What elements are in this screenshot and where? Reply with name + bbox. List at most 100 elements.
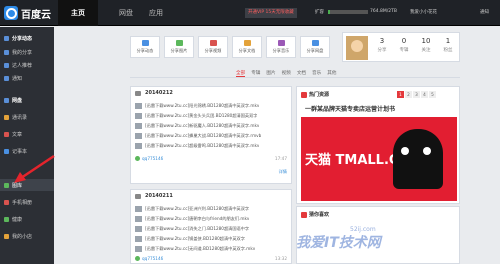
notifications-link[interactable]: 通知	[480, 9, 489, 15]
shared-file[interactable]: [迅雷下载www.2tu.cc]蜂巢大战.BD1280超清中英双字.rmvb	[135, 131, 261, 140]
sidebar-item-my-shares[interactable]: 我的分享	[0, 46, 54, 58]
share-date: 20140211	[145, 193, 173, 199]
user-icon	[135, 256, 140, 261]
red-pointer-arrow	[14, 154, 55, 183]
sidebar-item-share-feed[interactable]: 分享动态	[0, 32, 54, 44]
sidebar-item-netdisk[interactable]: 网盘	[0, 94, 54, 106]
feed-icon	[141, 40, 149, 46]
sidebar-item-articles[interactable]: 文章	[0, 128, 54, 140]
document-icon	[243, 40, 251, 46]
quick-share-image-button[interactable]: 分享图片	[164, 36, 194, 58]
page-4-button[interactable]: 4	[421, 91, 428, 98]
stat-following[interactable]: 10 关注	[417, 37, 435, 53]
capacity-text: 764.8M/2TB	[370, 9, 397, 14]
tab-apps[interactable]: 应用	[136, 0, 176, 26]
watermark: 我爱IT技术网	[296, 235, 381, 251]
filter-videos[interactable]: 视频	[282, 70, 291, 77]
username-menu[interactable]: 我爱小小花花	[410, 9, 437, 15]
filter-music[interactable]: 音乐	[312, 70, 321, 77]
folder-icon	[135, 91, 141, 96]
sidebar-item-phone-album[interactable]: 手机相册	[0, 196, 54, 208]
sidebar: 分享动态 我的分享 达人推荐 通知 网盘 通讯录 文章 记事本 图库 手机相册 …	[0, 27, 54, 264]
stat-albums[interactable]: 0 专辑	[395, 37, 413, 53]
user-icon	[135, 156, 140, 161]
notices-icon	[4, 75, 9, 81]
quick-share-feed-button[interactable]: 分享动态	[130, 36, 160, 58]
quick-share-video-button[interactable]: 分享视频	[198, 36, 228, 58]
sidebar-item-notices[interactable]: 通知	[0, 72, 54, 84]
share-time: 13:32	[274, 256, 287, 261]
sharer-link[interactable]: qq775146	[135, 256, 163, 261]
shared-file[interactable]: [迅雷下载www.2tu.cc]消失之门.BD1280超清国语中字	[135, 224, 249, 233]
filter-all[interactable]: 全部	[236, 70, 246, 77]
contacts-icon	[4, 114, 9, 120]
image-icon	[175, 40, 183, 46]
video-file-icon	[135, 205, 142, 212]
vip-promo-link[interactable]: 开通VIP 15天无限收藏	[245, 8, 297, 18]
share-time: 17:47	[274, 156, 287, 161]
notebook-icon	[4, 148, 9, 154]
quick-share-doc-button[interactable]: 分享文档	[232, 36, 262, 58]
shared-file[interactable]: [迅雷下载www.2tu.cc]唐朝李白与friend的朋友们.mkv	[135, 214, 249, 223]
my-shares-icon	[4, 49, 9, 55]
sidebar-item-contacts[interactable]: 通讯录	[0, 111, 54, 123]
video-file-icon	[135, 102, 142, 109]
video-file-icon	[135, 142, 142, 149]
hot-resources-panel: 热门资源 1 2 3 4 5 一群某品牌天猫专卖店运营计划书 天猫 TMALL.…	[296, 86, 460, 204]
gallery-icon	[4, 182, 9, 188]
page-3-button[interactable]: 3	[413, 91, 420, 98]
disk-icon	[311, 40, 319, 46]
shop-icon	[4, 233, 9, 239]
filter-albums[interactable]: 专辑	[251, 70, 260, 77]
tmall-banner[interactable]: 天猫 TMALL.COM	[301, 117, 457, 201]
promo-headline[interactable]: 一群某品牌天猫专卖店运营计划书	[305, 104, 395, 113]
page-2-button[interactable]: 2	[405, 91, 412, 98]
quick-share-disk-button[interactable]: 分享网盘	[300, 36, 330, 58]
capacity-upgrade-link[interactable]: 扩容	[315, 9, 324, 15]
shared-file[interactable]: [迅雷下载www.2tu.cc]新驱魔人.BD1280超清中英双字.mkv	[135, 121, 259, 130]
shared-file[interactable]: [迅雷下载www.2tu.cc]阳光锦绣.BD1280超清中英双字.mkv	[135, 101, 259, 110]
logo-text: 百度云	[21, 9, 51, 21]
sidebar-item-shop[interactable]: 我的小店	[0, 230, 54, 242]
filter-other[interactable]: 其他	[327, 70, 336, 77]
quick-share-music-button[interactable]: 分享音乐	[266, 36, 296, 58]
quick-share-bar: 分享动态 分享图片 分享视频 分享文档 分享音乐 分享网盘	[130, 36, 330, 58]
capacity-bar-fill	[328, 10, 330, 14]
sidebar-item-recommend[interactable]: 达人推荐	[0, 59, 54, 71]
stat-fans[interactable]: 1 粉丝	[439, 37, 457, 53]
shared-file[interactable]: [迅雷下载www.2tu.cc]超级雷鸣.BD1280超清中英双字.mkv	[135, 141, 259, 150]
profile-summary: 3 分享 0 专辑 10 关注 1 粉丝	[342, 32, 460, 62]
page-5-button[interactable]: 5	[429, 91, 436, 98]
baidu-yun-logo[interactable]: 百度云	[4, 6, 51, 21]
filter-images[interactable]: 图片	[266, 70, 275, 77]
recommend-icon	[301, 211, 307, 218]
avatar[interactable]	[346, 36, 368, 60]
sidebar-item-health[interactable]: 健康	[0, 213, 54, 225]
filter-docs[interactable]: 文档	[297, 70, 306, 77]
top-navigation-bar: 百度云 主页 网盘 应用 开通VIP 15天无限收藏 扩容 764.8M/2TB…	[0, 0, 500, 26]
video-file-icon	[135, 122, 142, 129]
page-1-button[interactable]: 1	[397, 91, 404, 98]
share-card: 20140211 [迅雷下载www.2tu.cc]亚洲兴利.BD1280超清中英…	[130, 189, 292, 264]
watermark-url: 52ij.com	[350, 226, 376, 233]
folder-icon	[135, 194, 141, 199]
cloud-logo-icon	[4, 6, 18, 20]
shared-file[interactable]: [迅雷下载www.2tu.cc]无间道.BD1280超清中英双字.mkv	[135, 244, 255, 253]
video-file-icon	[135, 225, 142, 232]
video-file-icon	[135, 235, 142, 242]
shared-file[interactable]: [迅雷下载www.2tu.cc]亚洲兴利.BD1280超清中英双字	[135, 204, 249, 213]
health-icon	[4, 216, 9, 222]
capacity-bar	[328, 10, 368, 14]
shared-file[interactable]: [迅雷下载www.2tu.cc]锅盖侠.BD1280超清中英双字	[135, 234, 245, 243]
tab-home[interactable]: 主页	[58, 0, 98, 26]
stat-shares[interactable]: 3 分享	[373, 37, 391, 53]
share-feed-icon	[4, 35, 9, 41]
shared-file[interactable]: [迅雷下载www.2tu.cc]黄金头头兵团.BD1280超清国英双字	[135, 111, 257, 120]
details-link[interactable]: 详情	[279, 169, 287, 175]
tmall-cat-icon	[393, 129, 443, 189]
promo-pager: 1 2 3 4 5	[397, 91, 436, 98]
sharer-link[interactable]: qq775146	[135, 156, 163, 161]
feed-filter-tabs: 全部 专辑 图片 视频 文档 音乐 其他	[236, 70, 336, 77]
video-icon	[209, 40, 217, 46]
articles-icon	[4, 131, 9, 137]
